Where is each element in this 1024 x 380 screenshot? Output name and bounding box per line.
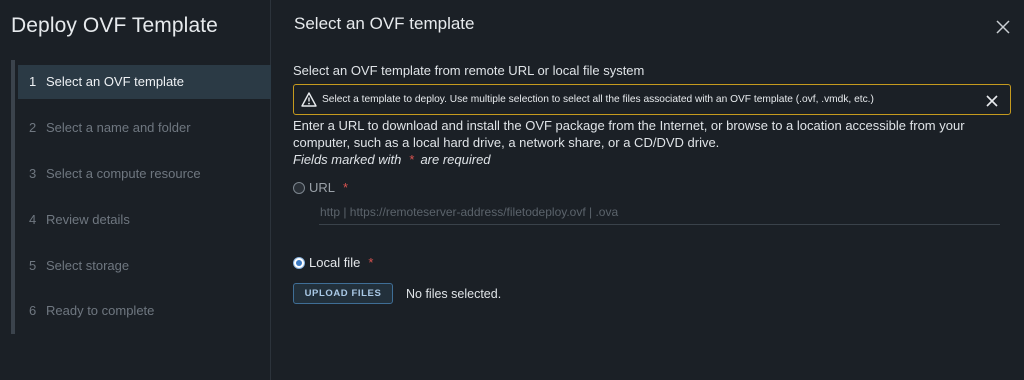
step-number: 1 (29, 74, 37, 89)
step-number: 4 (29, 212, 37, 227)
upload-files-button[interactable]: UPLOAD FILES (293, 283, 393, 304)
required-star: * (368, 255, 374, 270)
local-file-radio-option[interactable]: Local file * (293, 255, 373, 270)
step-label: Select a name and folder (46, 120, 191, 135)
url-input[interactable] (319, 203, 1000, 225)
step-label: Select a compute resource (46, 166, 201, 181)
step-ready-to-complete[interactable]: 6 Ready to complete (18, 294, 271, 328)
step-select-compute-resource[interactable]: 3 Select a compute resource (18, 157, 271, 191)
step-number: 6 (29, 303, 37, 318)
close-icon[interactable] (995, 19, 1011, 35)
step-number: 5 (29, 258, 37, 273)
alert-message: Select a template to deploy. Use multipl… (322, 94, 874, 105)
step-select-ovf-template[interactable]: 1 Select an OVF template (18, 65, 271, 99)
required-note-text: Fields marked with (293, 152, 402, 167)
step-label: Ready to complete (46, 303, 155, 318)
url-radio[interactable] (293, 181, 305, 194)
dialog-title: Deploy OVF Template (11, 14, 218, 37)
page-description: Enter a URL to download and install the … (293, 118, 965, 150)
step-review-details[interactable]: 4 Review details (18, 203, 271, 237)
step-select-name-folder[interactable]: 2 Select a name and folder (18, 111, 271, 145)
step-label: Select an OVF template (46, 74, 185, 89)
step-select-storage[interactable]: 5 Select storage (18, 249, 271, 283)
url-radio-option[interactable]: URL * (293, 180, 348, 195)
step-label: Review details (46, 212, 130, 227)
local-file-radio[interactable] (293, 256, 305, 269)
required-fields-note: Fields marked with * are required (293, 152, 491, 167)
local-file-label: Local file (309, 255, 361, 270)
warning-alert: Select a template to deploy. Use multipl… (293, 84, 1011, 115)
close-icon[interactable] (986, 94, 998, 107)
required-star: * (409, 152, 415, 167)
warning-triangle-icon (301, 92, 317, 107)
step-number: 3 (29, 166, 37, 181)
wizard-sidebar: Deploy OVF Template 1 Select an OVF templ… (0, 0, 271, 380)
files-status: No files selected. (406, 287, 502, 301)
wizard-content: Select an OVF template Select an OVF tem… (272, 0, 1024, 380)
step-label: Select storage (46, 258, 130, 273)
step-number: 2 (29, 120, 37, 135)
steps-rail (11, 60, 15, 334)
page-subtitle: Select an OVF template from remote URL o… (293, 63, 645, 78)
required-star: * (343, 180, 349, 195)
required-note-text-end: are required (420, 152, 491, 167)
url-label: URL (309, 180, 336, 195)
page-title: Select an OVF template (294, 14, 475, 33)
